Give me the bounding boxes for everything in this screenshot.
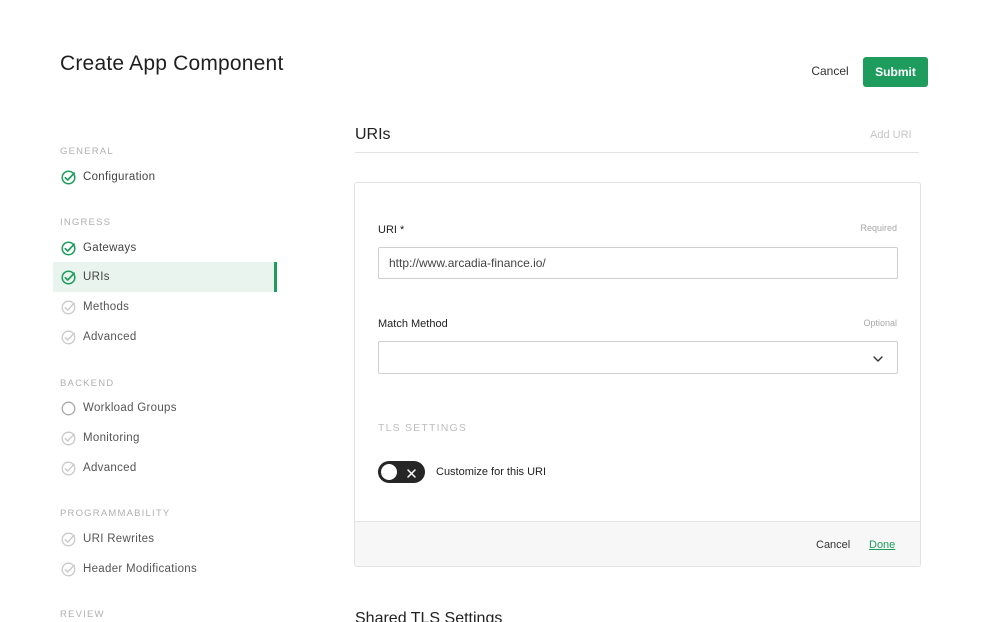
- close-icon: [406, 466, 417, 478]
- match-method-label: Match Method: [378, 318, 448, 330]
- sidebar-item-advanced-backend[interactable]: Advanced: [53, 453, 277, 483]
- check-circle-outline-icon: [61, 532, 76, 547]
- sidebar-item-label: Workload Groups: [83, 402, 177, 414]
- uri-input[interactable]: [378, 247, 898, 279]
- check-circle-icon: [61, 269, 76, 285]
- customize-tls-label: Customize for this URI: [436, 466, 547, 478]
- section-label-general: GENERAL: [60, 146, 114, 157]
- sidebar-item-label: Header Modifications: [83, 563, 198, 575]
- sidebar-item-label: Monitoring: [83, 432, 140, 444]
- submit-button[interactable]: Submit: [863, 57, 928, 87]
- chevron-down-icon: [872, 352, 884, 364]
- check-circle-icon: [61, 169, 76, 185]
- match-method-select[interactable]: [378, 341, 898, 374]
- uri-card: URI * Required Match Method Optional TLS…: [354, 182, 921, 567]
- section-label-backend: BACKEND: [60, 378, 115, 389]
- uris-heading: URIs: [355, 126, 391, 143]
- sidebar-item-advanced-ingress[interactable]: Advanced: [53, 322, 277, 352]
- sidebar-item-label: Advanced: [83, 462, 137, 474]
- section-label-ingress: INGRESS: [60, 217, 112, 228]
- card-done-button[interactable]: Done: [869, 539, 895, 551]
- check-circle-outline-icon: [61, 300, 76, 315]
- check-circle-outline-icon: [61, 461, 76, 476]
- empty-circle-icon: [61, 401, 76, 416]
- sidebar-item-header-modifications[interactable]: Header Modifications: [53, 554, 277, 584]
- sidebar-item-methods[interactable]: Methods: [53, 292, 277, 322]
- header-cancel-button[interactable]: Cancel: [800, 64, 860, 78]
- match-method-optional-hint: Optional: [863, 318, 897, 328]
- sidebar-item-label: Configuration: [83, 171, 156, 183]
- toggle-knob: [381, 464, 397, 480]
- sidebar-item-label: Gateways: [83, 242, 137, 254]
- sidebar-item-label: Advanced: [83, 331, 137, 343]
- sidebar-item-label: URI Rewrites: [83, 533, 155, 545]
- sidebar-item-gateways[interactable]: Gateways: [53, 233, 277, 263]
- sidebar-item-label: URIs: [83, 271, 110, 283]
- tls-settings-label: TLS SETTINGS: [378, 422, 468, 434]
- sidebar-item-uris[interactable]: URIs: [53, 262, 277, 292]
- section-label-programmability: PROGRAMMABILITY: [60, 508, 171, 519]
- check-circle-icon: [61, 240, 76, 256]
- sidebar-item-monitoring[interactable]: Monitoring: [53, 423, 277, 453]
- uri-required-hint: Required: [860, 223, 897, 233]
- add-uri-link[interactable]: Add URI: [870, 129, 912, 141]
- check-circle-outline-icon: [61, 562, 76, 577]
- sidebar-item-label: Methods: [83, 301, 130, 313]
- section-label-review: REVIEW: [60, 609, 105, 620]
- card-cancel-button[interactable]: Cancel: [816, 539, 850, 551]
- shared-tls-heading: Shared TLS Settings: [355, 610, 503, 622]
- sidebar-item-configuration[interactable]: Configuration: [53, 162, 277, 192]
- heading-divider: [355, 152, 919, 153]
- uri-label: URI *: [378, 224, 405, 236]
- sidebar-item-workload-groups[interactable]: Workload Groups: [53, 393, 277, 423]
- sidebar: GENERAL Configuration INGRESS Gateways U…: [0, 0, 290, 622]
- card-footer: Cancel Done: [355, 521, 920, 566]
- sidebar-item-uri-rewrites[interactable]: URI Rewrites: [53, 524, 277, 554]
- check-circle-outline-icon: [61, 330, 76, 345]
- customize-tls-toggle[interactable]: [378, 461, 425, 483]
- check-circle-outline-icon: [61, 431, 76, 446]
